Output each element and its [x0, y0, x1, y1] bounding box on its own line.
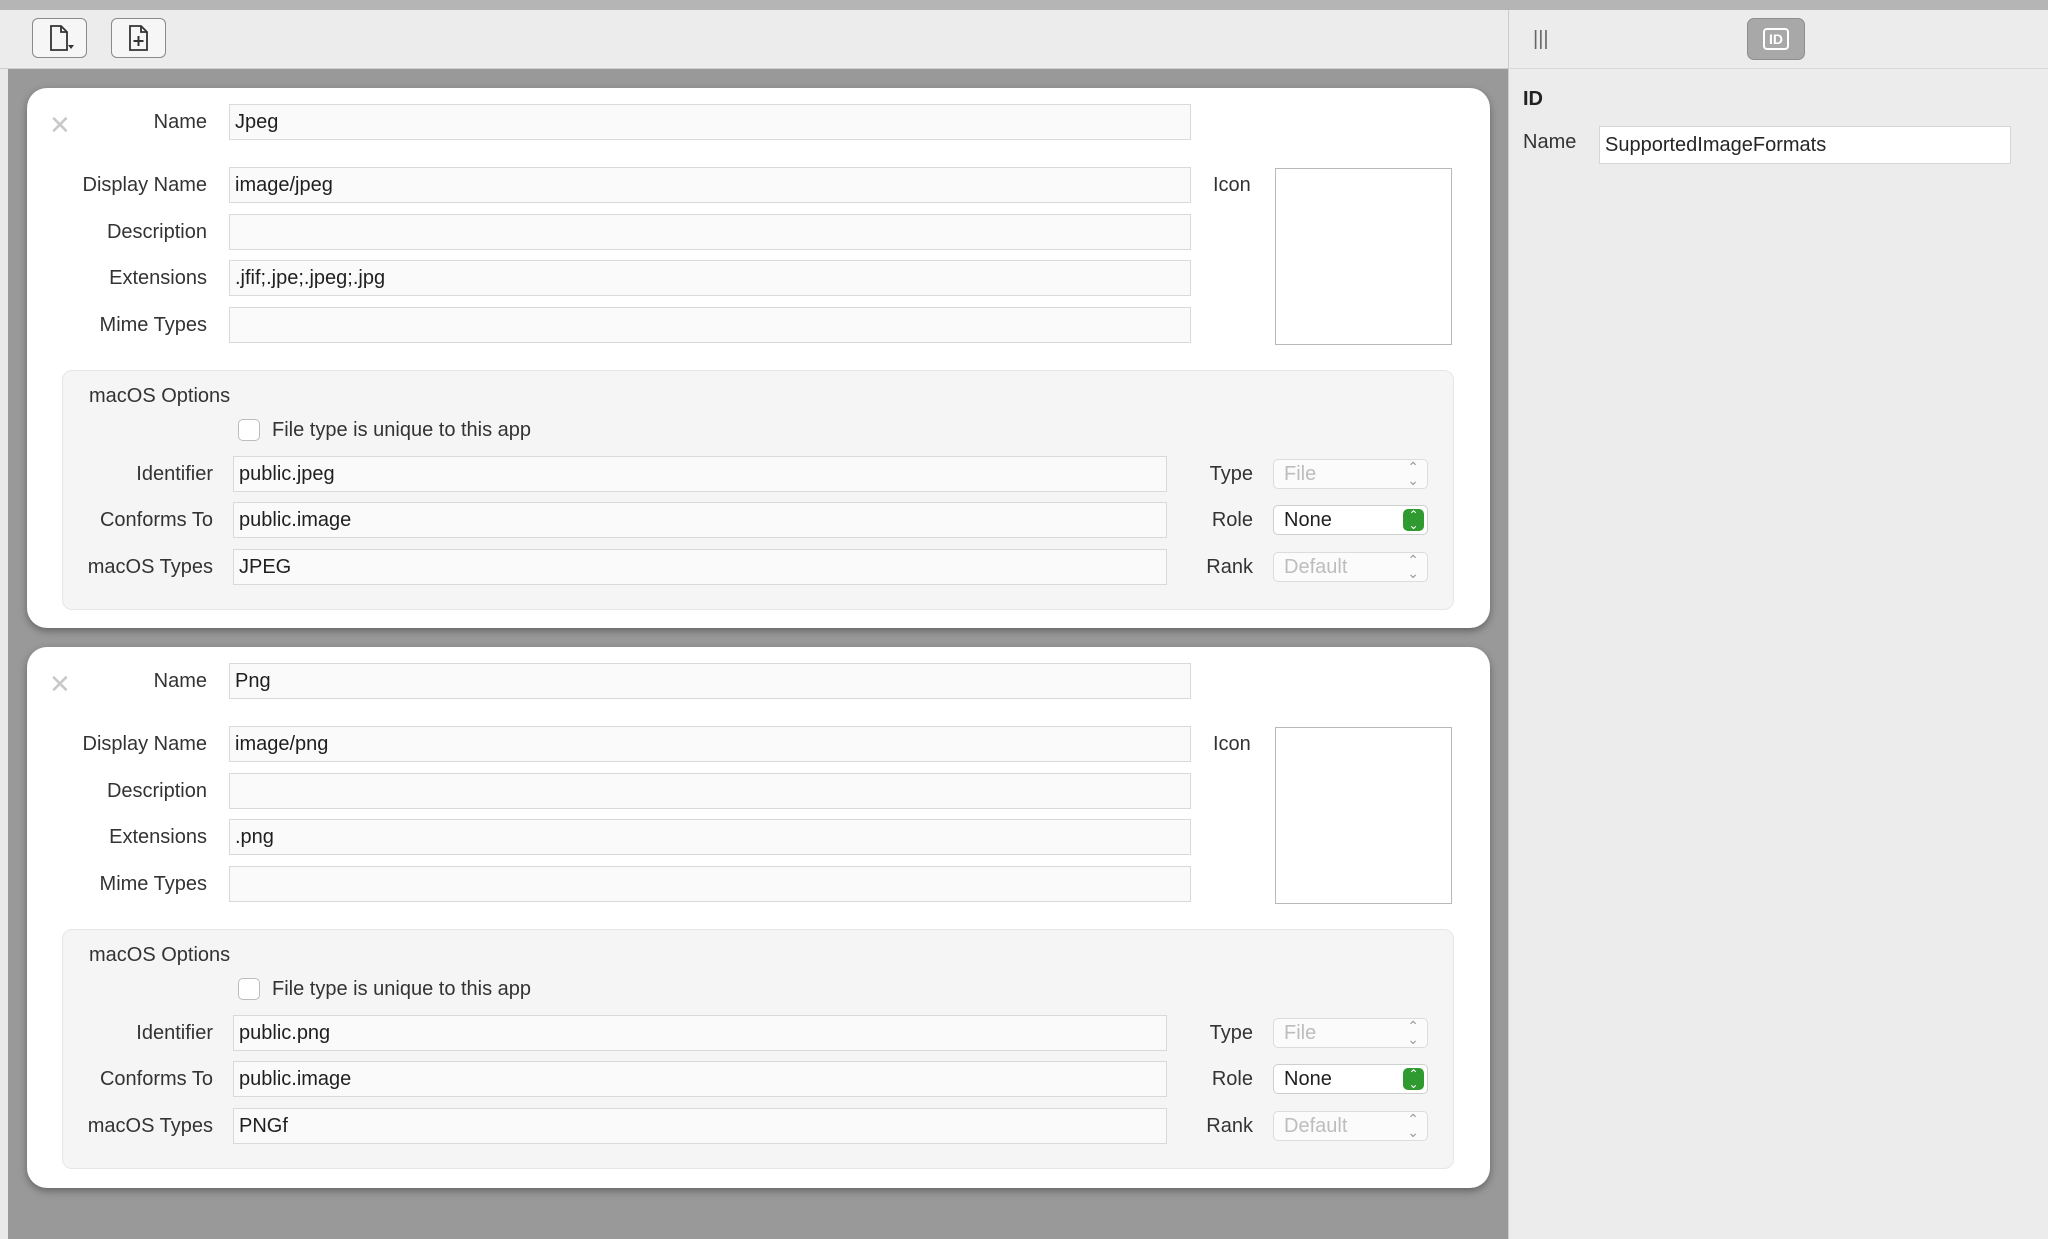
macos-types-label: macOS Types — [87, 556, 213, 578]
icon-well[interactable] — [1275, 727, 1452, 904]
mime-types-field[interactable] — [229, 866, 1191, 902]
role-select[interactable]: None ⌃ ⌄ — [1273, 505, 1428, 535]
role-label: Role — [1211, 1068, 1253, 1090]
unique-checkbox[interactable] — [238, 978, 260, 1000]
role-label: Role — [1211, 509, 1253, 531]
id-badge-icon: ID — [1763, 28, 1789, 50]
macos-types-field[interactable]: JPEG — [233, 549, 1167, 585]
updown-stepper-icon: ⌃ ⌄ — [1403, 1068, 1424, 1090]
new-document-menu-icon — [49, 25, 74, 51]
icon-label: Icon — [1213, 733, 1251, 755]
name-field[interactable]: Jpeg — [229, 104, 1191, 140]
display-name-label: Display Name — [82, 733, 207, 755]
extensions-label: Extensions — [109, 826, 207, 848]
add-document-icon — [128, 25, 148, 51]
rank-select: Default ⌃ ⌄ — [1273, 552, 1428, 582]
identity-inspector-button[interactable]: ID — [1747, 18, 1805, 60]
add-document-button[interactable] — [111, 18, 166, 58]
mime-types-field[interactable] — [229, 307, 1191, 343]
type-select: File ⌃ ⌄ — [1273, 459, 1428, 489]
inspector-name-label: Name — [1523, 131, 1577, 153]
inspector-name-field[interactable]: SupportedImageFormats — [1599, 126, 2011, 164]
identifier-label: Identifier — [136, 463, 213, 485]
description-field[interactable] — [229, 214, 1191, 250]
type-label: Type — [1209, 1022, 1253, 1044]
icon-label: Icon — [1213, 174, 1251, 196]
description-field[interactable] — [229, 773, 1191, 809]
mime-types-label: Mime Types — [99, 873, 207, 895]
window-left-edge — [0, 69, 8, 1239]
extensions-label: Extensions — [109, 267, 207, 289]
unique-checkbox-label: File type is unique to this app — [272, 419, 532, 441]
macos-options-title: macOS Options — [89, 944, 231, 966]
conforms-to-label: Conforms To — [99, 1068, 213, 1090]
name-label: Name — [153, 111, 207, 133]
type-select-value: File — [1284, 1022, 1317, 1044]
inspector-heading: ID — [1523, 88, 1543, 110]
updown-arrows-icon: ⌃ ⌄ — [1407, 1018, 1419, 1047]
display-name-label: Display Name — [82, 174, 207, 196]
macos-options-panel: macOS Options File type is unique to thi… — [62, 929, 1454, 1169]
macos-options-panel: macOS Options File type is unique to thi… — [62, 370, 1454, 610]
conforms-to-field[interactable]: public.image — [233, 502, 1167, 538]
new-document-menu-button[interactable] — [32, 18, 87, 58]
role-select[interactable]: None ⌃ ⌄ — [1273, 1064, 1428, 1094]
document-type-card: ✕ Name Jpeg Display Name image/jpeg Desc… — [27, 88, 1490, 628]
description-label: Description — [106, 780, 207, 802]
conforms-to-field[interactable]: public.image — [233, 1061, 1167, 1097]
inspector-toolbar: ||| ID — [1509, 10, 2048, 69]
identifier-label: Identifier — [136, 1022, 213, 1044]
role-select-value: None — [1284, 1068, 1332, 1090]
display-name-field[interactable]: image/jpeg — [229, 167, 1191, 203]
type-select: File ⌃ ⌄ — [1273, 1018, 1428, 1048]
inspector-panel: ||| ID ID Name SupportedImageFormats — [1508, 10, 2048, 1239]
unique-checkbox-label: File type is unique to this app — [272, 978, 532, 1000]
window-top-strip — [0, 0, 2048, 10]
rank-label: Rank — [1206, 1115, 1253, 1137]
extensions-field[interactable]: .png — [229, 819, 1191, 855]
display-name-field[interactable]: image/png — [229, 726, 1191, 762]
updown-arrows-icon: ⌃ ⌄ — [1407, 552, 1419, 581]
macos-options-title: macOS Options — [89, 385, 231, 407]
rank-select-value: Default — [1284, 1115, 1348, 1137]
macos-types-field[interactable]: PNGf — [233, 1108, 1167, 1144]
rank-select: Default ⌃ ⌄ — [1273, 1111, 1428, 1141]
columns-icon[interactable]: ||| — [1533, 28, 1549, 51]
rank-select-value: Default — [1284, 556, 1348, 578]
conforms-to-label: Conforms To — [99, 509, 213, 531]
icon-well[interactable] — [1275, 168, 1452, 345]
mime-types-label: Mime Types — [99, 314, 207, 336]
rank-label: Rank — [1206, 556, 1253, 578]
document-type-card: ✕ Name Png Display Name image/png Descri… — [27, 647, 1490, 1188]
updown-arrows-icon: ⌃ ⌄ — [1407, 1111, 1419, 1140]
updown-arrows-icon: ⌃ ⌄ — [1407, 459, 1419, 488]
name-label: Name — [153, 670, 207, 692]
name-field[interactable]: Png — [229, 663, 1191, 699]
macos-types-label: macOS Types — [87, 1115, 213, 1137]
type-label: Type — [1209, 463, 1253, 485]
toolbar — [0, 10, 1508, 69]
role-select-value: None — [1284, 509, 1332, 531]
identifier-field[interactable]: public.jpeg — [233, 456, 1167, 492]
updown-stepper-icon: ⌃ ⌄ — [1403, 509, 1424, 531]
extensions-field[interactable]: .jfif;.jpe;.jpeg;.jpg — [229, 260, 1191, 296]
unique-checkbox[interactable] — [238, 419, 260, 441]
identifier-field[interactable]: public.png — [233, 1015, 1167, 1051]
type-select-value: File — [1284, 463, 1317, 485]
description-label: Description — [106, 221, 207, 243]
